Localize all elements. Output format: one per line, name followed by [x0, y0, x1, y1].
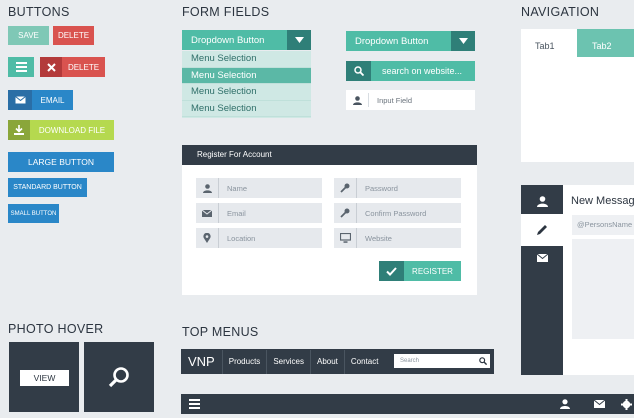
hamburger-icon — [15, 62, 27, 72]
download-icon — [8, 120, 30, 140]
gear-icon[interactable] — [618, 394, 634, 414]
message-textarea[interactable] — [572, 239, 634, 339]
menu-item[interactable]: Menu Selection — [182, 101, 311, 117]
menu-item-selected[interactable]: Menu Selection — [182, 67, 311, 84]
input-field[interactable]: Input Field — [346, 90, 475, 110]
standard-button[interactable]: STANDARD BUTTON — [8, 178, 87, 197]
magnifier-icon — [108, 367, 129, 388]
envelope-icon — [8, 90, 32, 110]
email-field[interactable]: Email — [196, 203, 322, 223]
chevron-down-icon — [287, 30, 311, 50]
menu-button[interactable] — [8, 57, 34, 77]
monitor-icon — [334, 228, 356, 248]
menu-search-input[interactable]: Search — [394, 358, 476, 364]
photo-hover-heading: PHOTO HOVER — [8, 322, 104, 336]
brand-logo[interactable]: VNP — [181, 354, 222, 369]
email-label: EMAIL — [40, 95, 65, 105]
save-button[interactable]: SAVE — [8, 26, 49, 45]
form-fields-heading: FORM FIELDS — [182, 5, 270, 19]
dropdown-label-2: Dropdown Button — [355, 35, 429, 47]
menu-search-field[interactable]: Search — [394, 354, 490, 368]
hamburger-icon[interactable] — [185, 394, 203, 414]
message-title: New Messag — [571, 195, 634, 207]
tab-1[interactable]: Tab1 — [521, 29, 577, 57]
register-label: REGISTER — [412, 266, 453, 276]
delete-icon-button[interactable]: DELETE — [40, 57, 105, 77]
input-placeholder: Input Field — [377, 95, 413, 105]
name-field[interactable]: Name — [196, 178, 322, 198]
search-icon — [346, 61, 371, 81]
register-title: Register For Account — [197, 150, 272, 159]
large-button[interactable]: LARGE BUTTON — [8, 152, 114, 172]
delete-label: DELETE — [67, 62, 100, 72]
menu-item[interactable]: Menu Selection — [182, 84, 311, 101]
envelope-icon[interactable] — [589, 394, 609, 414]
search-field[interactable]: search on website... — [346, 61, 475, 81]
recipient-input[interactable]: @PersonsName — [572, 215, 634, 235]
dropdown-menu: Menu Selection Menu Selection Menu Selec… — [182, 51, 311, 118]
password-placeholder: Password — [365, 183, 398, 193]
menu-products[interactable]: Products — [221, 349, 267, 374]
dropdown-button-2[interactable]: Dropdown Button — [346, 31, 475, 51]
photo-tile-view[interactable]: VIEW — [9, 342, 79, 412]
search-input[interactable]: search on website... — [371, 61, 475, 81]
website-placeholder: Website — [365, 233, 392, 243]
website-field[interactable]: Website — [334, 228, 461, 248]
key-icon — [334, 203, 356, 223]
menu-item[interactable]: Menu Selection — [182, 51, 311, 68]
buttons-heading: BUTTONS — [8, 5, 70, 19]
top-menu-bar: VNP Products Services About Contact Sear… — [181, 349, 494, 374]
delete-button[interactable]: DELETE — [53, 26, 94, 45]
confirm-password-field[interactable]: Confirm Password — [334, 203, 461, 223]
tab-2[interactable]: Tab2 — [577, 29, 634, 57]
location-placeholder: Location — [227, 233, 256, 243]
envelope-icon — [196, 203, 218, 223]
dropdown-button[interactable]: Dropdown Button — [182, 30, 311, 50]
register-header: Register For Account — [182, 145, 477, 165]
register-button[interactable]: REGISTER — [379, 261, 461, 281]
password-field[interactable]: Password — [334, 178, 461, 198]
email-button[interactable]: EMAIL — [8, 90, 73, 110]
download-file-button[interactable]: DOWNLOAD FILE — [8, 120, 114, 140]
email-placeholder: Email — [227, 208, 246, 218]
navigation-heading: NAVIGATION — [521, 5, 600, 19]
key-icon — [334, 178, 356, 198]
location-pin-icon — [196, 228, 218, 248]
name-placeholder: Name — [227, 183, 248, 193]
user-icon[interactable] — [555, 394, 575, 414]
search-icon[interactable] — [476, 354, 490, 368]
user-icon — [346, 90, 368, 110]
user-icon — [196, 178, 218, 198]
menu-about[interactable]: About — [310, 349, 344, 374]
envelope-icon[interactable] — [521, 246, 563, 270]
view-button[interactable]: VIEW — [20, 370, 69, 386]
photo-tile-zoom[interactable] — [84, 342, 154, 412]
chevron-down-icon — [451, 31, 475, 51]
pencil-icon[interactable] — [521, 214, 563, 246]
download-label: DOWNLOAD FILE — [38, 125, 106, 135]
checkmark-icon — [379, 261, 404, 281]
menu-services[interactable]: Services — [266, 349, 310, 374]
top-menus-heading: TOP MENUS — [182, 325, 259, 339]
location-field[interactable]: Location — [196, 228, 322, 248]
small-button[interactable]: SMALL BUTTON — [8, 204, 59, 223]
user-icon[interactable] — [521, 188, 563, 214]
confirm-placeholder: Confirm Password — [365, 208, 427, 218]
dropdown-label: Dropdown Button — [191, 34, 265, 46]
close-icon — [40, 57, 62, 77]
bottom-toolbar — [181, 394, 634, 414]
menu-contact[interactable]: Contact — [343, 349, 385, 374]
